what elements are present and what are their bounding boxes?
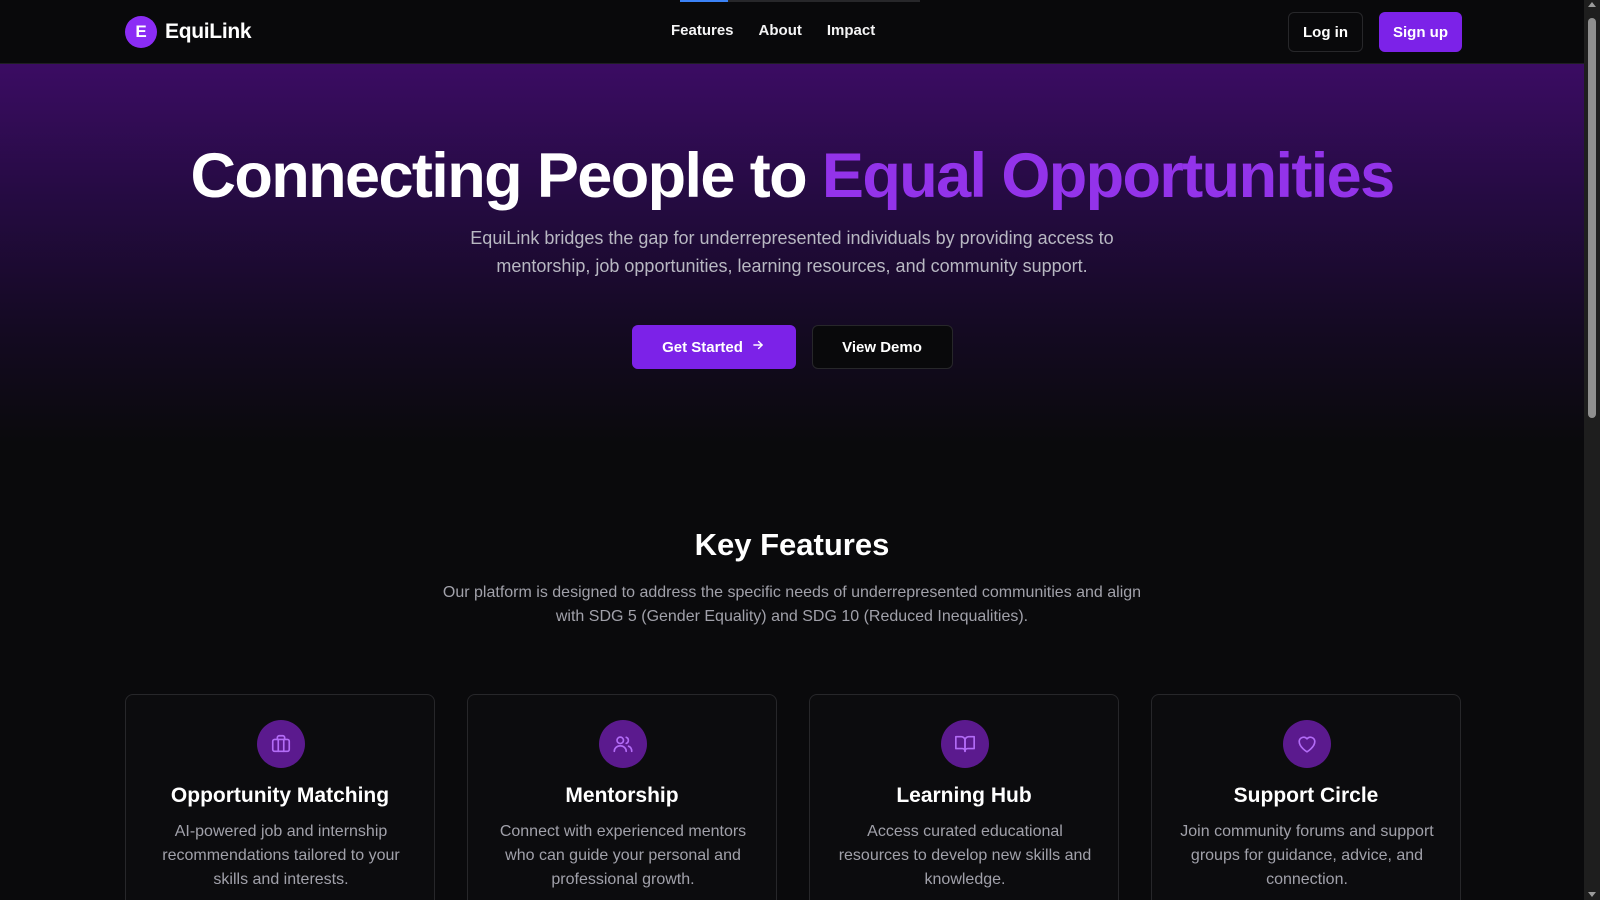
nav-link-about[interactable]: About bbox=[759, 22, 802, 39]
feature-cards: Opportunity Matching AI-powered job and … bbox=[125, 694, 1461, 900]
feature-card-mentorship: Mentorship Connect with experienced ment… bbox=[467, 694, 777, 900]
hero-cta-group: Get Started View Demo bbox=[0, 325, 1584, 369]
feature-card-support-circle: Support Circle Join community forums and… bbox=[1151, 694, 1461, 900]
brand-mark: E bbox=[125, 16, 157, 48]
signup-button[interactable]: Sign up bbox=[1379, 12, 1462, 52]
get-started-button[interactable]: Get Started bbox=[631, 325, 796, 369]
scroll-down-arrow-icon[interactable] bbox=[1588, 892, 1596, 897]
feature-card-description: AI-powered job and internship recommenda… bbox=[162, 823, 400, 888]
heart-icon bbox=[1283, 720, 1331, 768]
nav-link-features[interactable]: Features bbox=[671, 22, 734, 39]
scroll-up-arrow-icon[interactable] bbox=[1588, 2, 1596, 7]
features-subtitle: Our platform is designed to address the … bbox=[442, 584, 1142, 625]
feature-card-title: Opportunity Matching bbox=[170, 784, 390, 807]
brand-name: EquiLink bbox=[165, 20, 252, 43]
nav-link-impact[interactable]: Impact bbox=[827, 22, 875, 39]
feature-card-description: Access curated educational resources to … bbox=[838, 823, 1092, 888]
hero-title-accent: Equal Opportunities bbox=[821, 141, 1395, 211]
feature-card-description: Join community forums and support groups… bbox=[1180, 823, 1434, 888]
page-scrollbar[interactable] bbox=[1584, 0, 1600, 900]
view-demo-button[interactable]: View Demo bbox=[811, 325, 953, 369]
feature-card-opportunity-matching: Opportunity Matching AI-powered job and … bbox=[125, 694, 435, 900]
feature-card-title: Mentorship bbox=[565, 784, 679, 807]
book-open-icon bbox=[941, 720, 989, 768]
scroll-progress-fill bbox=[680, 0, 728, 2]
landing-page: E EquiLink Features About Impact Log in … bbox=[0, 0, 1584, 900]
auth-actions: Log in Sign up bbox=[1288, 12, 1462, 52]
features-title: Key Features bbox=[694, 527, 890, 562]
feature-card-description: Connect with experienced mentors who can… bbox=[499, 823, 747, 888]
get-started-label: Get Started bbox=[662, 338, 743, 356]
briefcase-icon bbox=[257, 720, 305, 768]
users-icon bbox=[599, 720, 647, 768]
navbar: E EquiLink Features About Impact Log in … bbox=[0, 0, 1584, 64]
hero-subtitle: EquiLink bridges the gap for underrepres… bbox=[470, 228, 1114, 276]
hero-title: Connecting People to Equal Opportunities bbox=[0, 140, 1584, 212]
hero-title-main: Connecting People to bbox=[190, 141, 822, 211]
hero-section: Connecting People to Equal Opportunities… bbox=[0, 64, 1584, 444]
arrow-right-icon bbox=[751, 338, 765, 356]
login-button[interactable]: Log in bbox=[1288, 12, 1363, 52]
scroll-thumb[interactable] bbox=[1588, 18, 1596, 418]
feature-card-title: Learning Hub bbox=[896, 784, 1032, 807]
feature-card-title: Support Circle bbox=[1233, 784, 1379, 807]
feature-card-learning-hub: Learning Hub Access curated educational … bbox=[809, 694, 1119, 900]
scroll-progress-bar bbox=[680, 0, 920, 2]
main-nav: Features About Impact bbox=[671, 22, 875, 39]
brand-logo[interactable]: E EquiLink bbox=[125, 16, 252, 48]
